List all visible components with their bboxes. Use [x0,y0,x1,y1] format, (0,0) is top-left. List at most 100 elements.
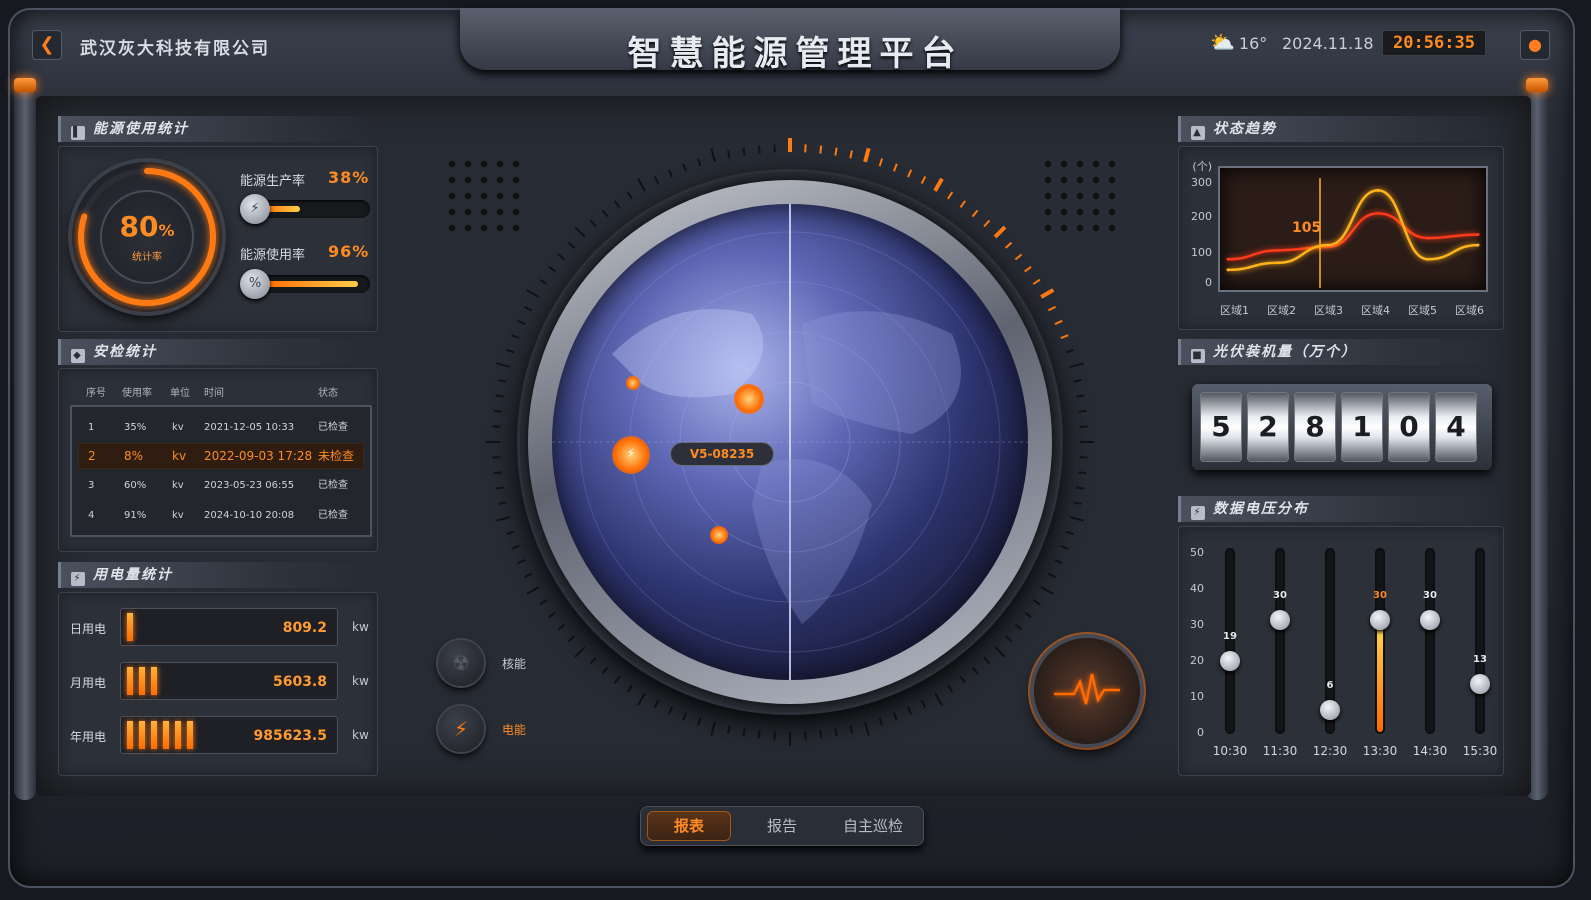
tab-report-table[interactable]: 报表 [647,811,731,841]
trend-point [1326,243,1330,247]
usage-value: 5603.8 [272,674,327,690]
pulse-button[interactable] [1034,638,1140,744]
voltage-value-label: 30 [1373,590,1387,602]
voltage-value-label: 6 [1326,679,1334,691]
radar-tick [667,706,673,715]
voltage-y-tick: 20 [1190,654,1204,667]
voltage-y-tick: 10 [1190,690,1204,703]
table-row[interactable]: 4 91% kv 2024-10-10 20:08 已检查 [78,503,364,529]
radar-tick [1078,409,1087,413]
nuclear-label: 核能 [502,657,527,671]
voltage-slider-track [1475,548,1485,734]
radar-tick [653,699,660,708]
radar-tick [524,305,533,312]
trend-point [1376,188,1380,192]
left-pillar [14,78,36,800]
voltage-x-tick: 13:30 [1362,744,1398,758]
voltage-x-tick: 10:30 [1212,744,1248,758]
radar-tick [742,728,746,737]
trend-point [1276,248,1280,252]
radar-tick [819,730,823,739]
radar-tick [933,177,944,192]
back-button[interactable]: ❮ [32,30,62,60]
radiation-icon: ☢ [452,651,470,675]
bottom-tabs: 报表 报告 自主巡检 [640,806,924,846]
radar-tick [878,158,884,167]
counter-digit: 2 [1247,392,1289,462]
counter-digit: 0 [1388,392,1430,462]
radar-tick [1047,305,1056,312]
col-header-no: 序号 [86,388,106,399]
radar-tick [878,717,884,726]
radar-tick [682,163,688,172]
tab-auto-inspection[interactable]: 自主巡检 [827,811,919,841]
radar-tick [1065,348,1074,354]
user-button[interactable]: ● [1520,30,1550,60]
nuclear-button[interactable]: ☢ [438,640,484,686]
radar-tick [907,706,913,715]
trend-x-tick: 区域1 [1220,304,1249,317]
voltage-value-label: 30 [1423,590,1437,602]
usage-gauge: 80% 统计率 [72,162,222,312]
electric-label: 电能 [502,723,527,737]
trend-point [1476,233,1480,237]
usage-bar-segment [127,613,133,641]
voltage-slider-fill [1377,628,1383,732]
voltage-slider-track [1425,548,1435,734]
col-header-rate: 使用率 [122,388,152,399]
table-row[interactable]: 3 60% kv 2023-05-23 06:55 已检查 [78,473,364,499]
radar-tick [1054,319,1063,325]
radar-tick [511,544,520,550]
weather: ⛅ 16° [1210,30,1267,54]
chevron-left-icon: ❮ [39,34,55,55]
voltage-heading: ⚡ 数据电压分布 [1178,496,1504,522]
usage-bar-segment [127,721,133,749]
trend-y-tick: 200 [1191,210,1212,223]
radar-tick [1073,501,1082,505]
radar-tick [496,362,511,368]
trend-point [1376,211,1380,215]
bolt-icon: ⚡ [1191,506,1205,520]
radar-tick [727,725,731,734]
usage-unit: kw [352,728,369,742]
radar-tick [1078,471,1087,475]
radar-marker[interactable] [710,526,728,544]
security-heading: ◆ 安检统计 [58,339,378,365]
area-chart-icon: ▲ [1191,126,1205,140]
clock: 20:56:35 [1382,30,1486,56]
radar-tick [496,516,511,522]
table-row-highlighted[interactable]: 2 8% kv 2022-09-03 17:28 未检查 [78,443,364,469]
voltage-y-tick: 50 [1190,546,1204,559]
radar-tick [1032,278,1041,285]
trend-heading: ▲ 状态趋势 [1178,116,1504,142]
voltage-value-label: 13 [1473,653,1487,665]
radar-tick [498,501,507,505]
trend-point [1476,243,1480,247]
energy-stats-heading: ▌ 能源使用统计 [58,116,378,142]
trend-highlight-value: 105 [1292,220,1322,236]
trend-x-tick: 区域6 [1455,304,1484,317]
usage-heading: ⚡ 用电量统计 [58,562,378,588]
camera-icon: ■ [1191,349,1205,363]
radar-tick [920,176,927,185]
radar-tick [892,163,898,172]
radar-marker[interactable] [734,384,764,414]
table-row[interactable]: 1 35% kv 2021-12-05 10:33 已检查 [78,415,364,441]
radar-tick [1054,559,1063,565]
tab-report[interactable]: 报告 [745,811,819,841]
radar-marker[interactable] [626,376,640,390]
radar-tick [511,334,520,340]
usage-bar-segment [127,667,133,695]
electric-button[interactable]: ⚡ [438,706,484,752]
radar-tick [493,409,502,413]
voltage-slider-knob[interactable] [1320,699,1340,720]
radar-tick [757,730,761,739]
radar-target-label[interactable]: V5-08235 [670,442,774,466]
rate-label-production: 能源生产率 [240,174,306,189]
voltage-slider-track [1275,548,1285,734]
radar-tick [524,572,533,579]
trend-plot [1226,178,1480,288]
voltage-y-tick: 0 [1197,726,1204,739]
radar-tick [920,699,927,708]
voltage-slider-knob[interactable] [1470,673,1490,694]
